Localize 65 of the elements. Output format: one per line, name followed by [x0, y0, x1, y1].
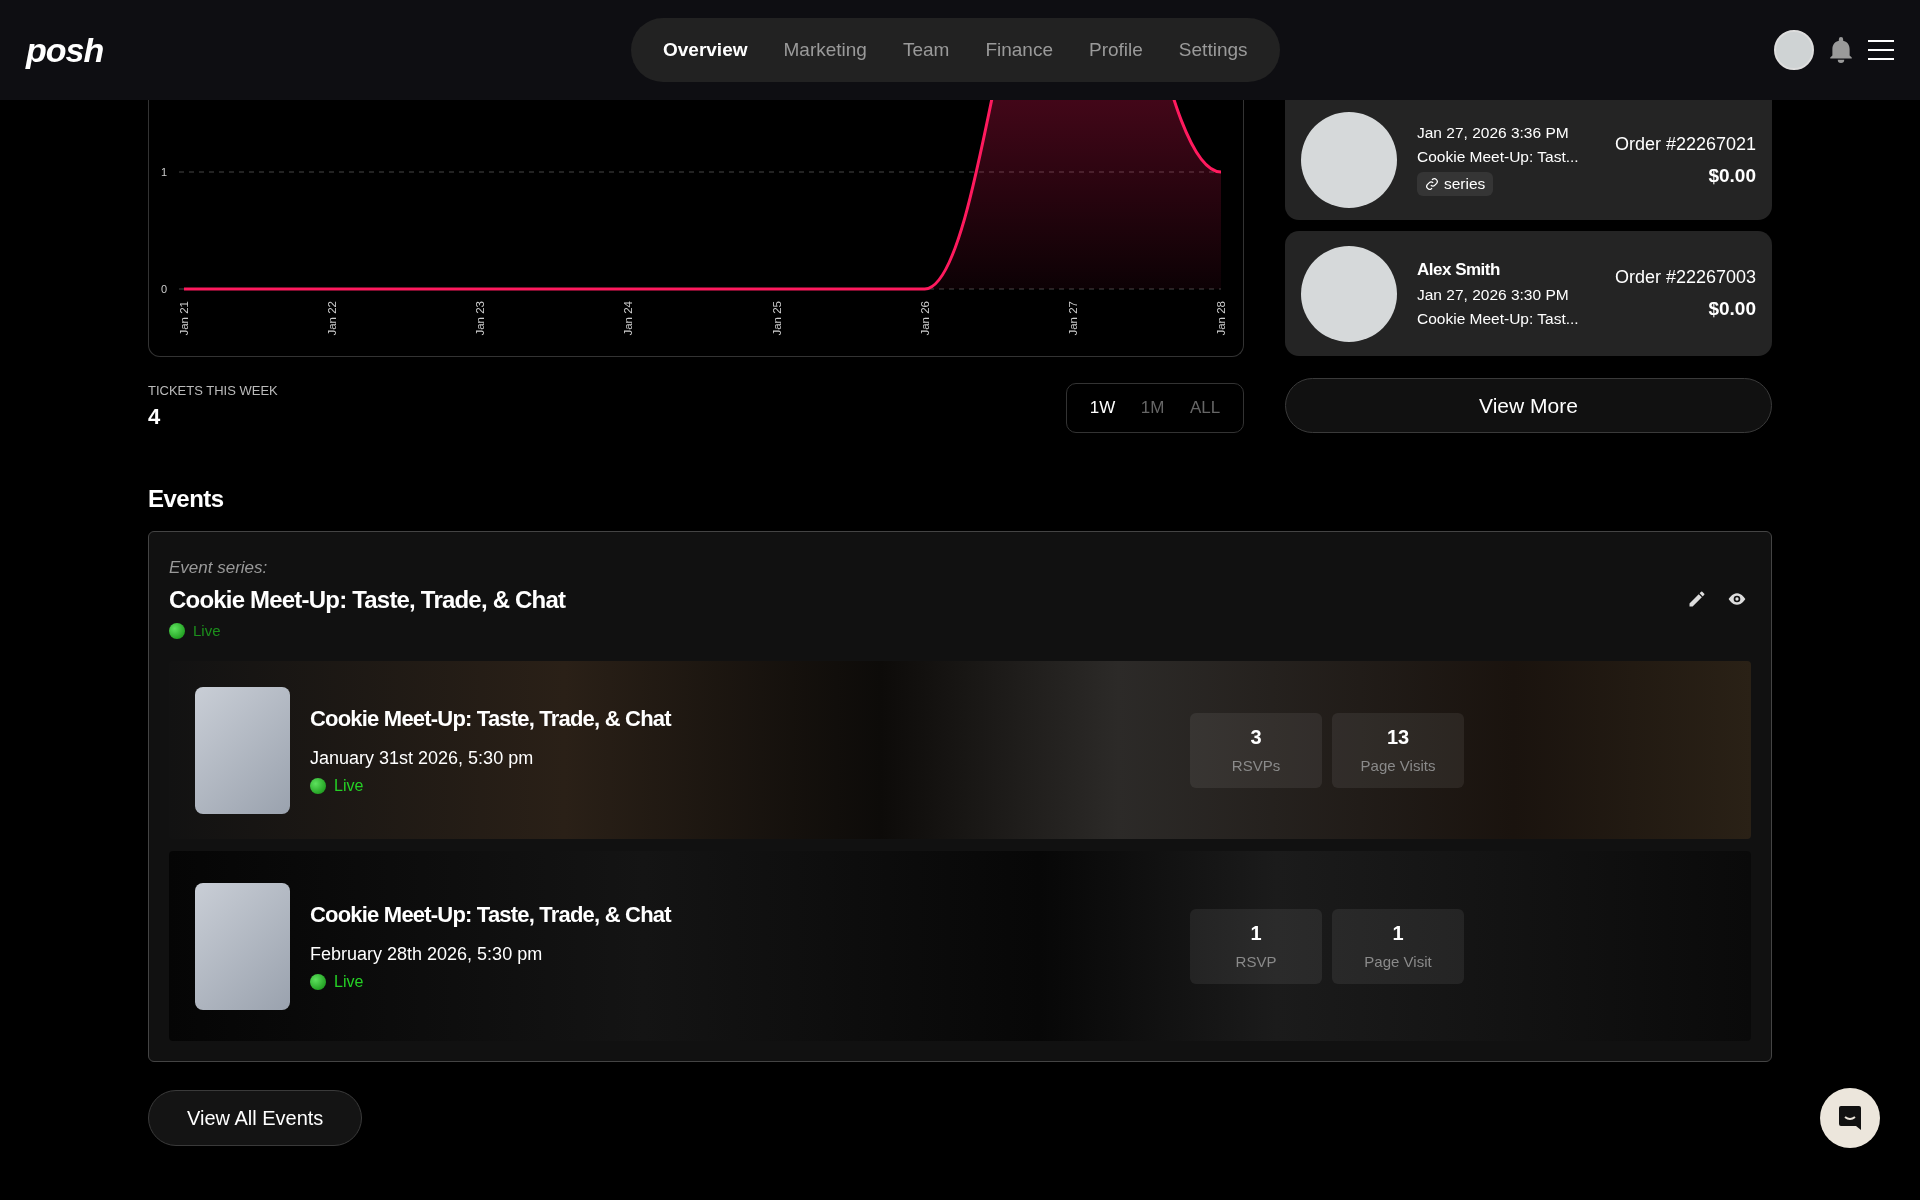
event-date: February 28th 2026, 5:30 pm [310, 943, 544, 965]
event-name: Cookie Meet-Up: Tast... [1417, 148, 1580, 166]
order-number: Order #22267003 [1614, 267, 1756, 288]
section-heading: Events [148, 485, 225, 513]
chat-button[interactable] [1820, 1088, 1880, 1148]
x-tick-label: Jan 25 [770, 301, 783, 336]
x-tick-label: Jan 26 [918, 301, 931, 336]
nav-tab[interactable]: Finance [967, 31, 1071, 69]
order-card[interactable]: Jan 27, 2026 3:36 PM Cookie Meet-Up: Tast... series Order #22267021 $0.00 [1285, 100, 1772, 220]
event-title: Cookie Meet-Up: Taste, Trade, & Chat [310, 901, 673, 928]
range-option[interactable]: ALL [1183, 394, 1227, 422]
stat-value: 1 [1392, 922, 1404, 945]
stat-value: 4 [148, 404, 162, 430]
order-amount: $0.00 [1707, 164, 1756, 187]
view-more-button[interactable]: View More [1285, 378, 1772, 433]
event-row[interactable]: Cookie Meet-Up: Taste, Trade, & Chat February 28th 2026, 5:30 pm Live 1 RSVP 1 Page Visit [169, 851, 1751, 1041]
event-name: Cookie Meet-Up: Tast... [1417, 309, 1580, 328]
y-tick-label: 0 [160, 283, 167, 295]
nav-tab[interactable]: Settings [1160, 31, 1266, 69]
y-tick-label: 1 [160, 166, 167, 178]
menu-icon[interactable] [1868, 40, 1894, 60]
x-tick-label: Jan 21 [178, 301, 190, 336]
stat-label: TICKETS THIS WEEK [148, 383, 278, 398]
bell-icon[interactable] [1828, 36, 1854, 64]
nav-tab[interactable]: Overview [645, 31, 766, 69]
stat-label: Page Visits [1360, 757, 1436, 774]
customer-name: Alex Smith [1417, 259, 1501, 280]
order-number: Order #22267021 [1614, 133, 1756, 155]
order-amount: $0.00 [1707, 298, 1756, 320]
x-tick-label: Jan 23 [474, 301, 487, 336]
event-date: January 31st 2026, 5:30 pm [310, 747, 535, 769]
x-tick-label: Jan 28 [1215, 301, 1227, 336]
range-option[interactable]: 1W [1083, 394, 1122, 422]
x-tick-label: Jan 27 [1066, 301, 1079, 336]
x-tick-label: Jan 22 [326, 301, 339, 336]
status-label: Live [334, 776, 364, 795]
nav-tab[interactable]: Marketing [765, 31, 885, 69]
nav-tab[interactable]: Team [884, 31, 968, 69]
nav-tab[interactable]: Profile [1071, 31, 1161, 69]
series-title: Cookie Meet-Up: Taste, Trade, & Chat [169, 586, 566, 614]
status-dot [169, 622, 185, 639]
order-datetime: Jan 27, 2026 3:36 PM [1417, 124, 1570, 142]
stat-value: 1 [1250, 922, 1262, 945]
stat-label: Page Visit [1364, 953, 1432, 970]
event-title: Cookie Meet-Up: Taste, Trade, & Chat [310, 705, 673, 732]
status-label: Live [193, 622, 221, 639]
stat-label: RSVPs [1231, 757, 1281, 774]
range-option[interactable]: 1M [1134, 394, 1171, 422]
status-dot [310, 973, 326, 990]
series-label: Event series: [169, 558, 269, 578]
order-card[interactable]: Alex Smith Jan 27, 2026 3:30 PM Cookie Meet-Up: Tast... Order #22267003 $0.00 [1285, 231, 1772, 356]
stat-label: RSVP [1235, 953, 1277, 970]
edit-icon[interactable] [1687, 588, 1707, 609]
status-label: Live [334, 972, 364, 991]
x-tick-label: Jan 24 [622, 301, 635, 336]
link-icon [1425, 177, 1439, 191]
status-dot [310, 777, 326, 794]
stat-value: 13 [1386, 726, 1410, 749]
logo[interactable]: posh [26, 30, 631, 70]
view-all-events-button[interactable]: View All Events [148, 1090, 363, 1146]
stat-value: 3 [1250, 726, 1262, 749]
tag-label: series [1444, 175, 1486, 193]
chat-icon [1837, 1104, 1863, 1132]
avatar[interactable] [1774, 30, 1814, 70]
order-datetime: Jan 27, 2026 3:30 PM [1417, 285, 1570, 304]
